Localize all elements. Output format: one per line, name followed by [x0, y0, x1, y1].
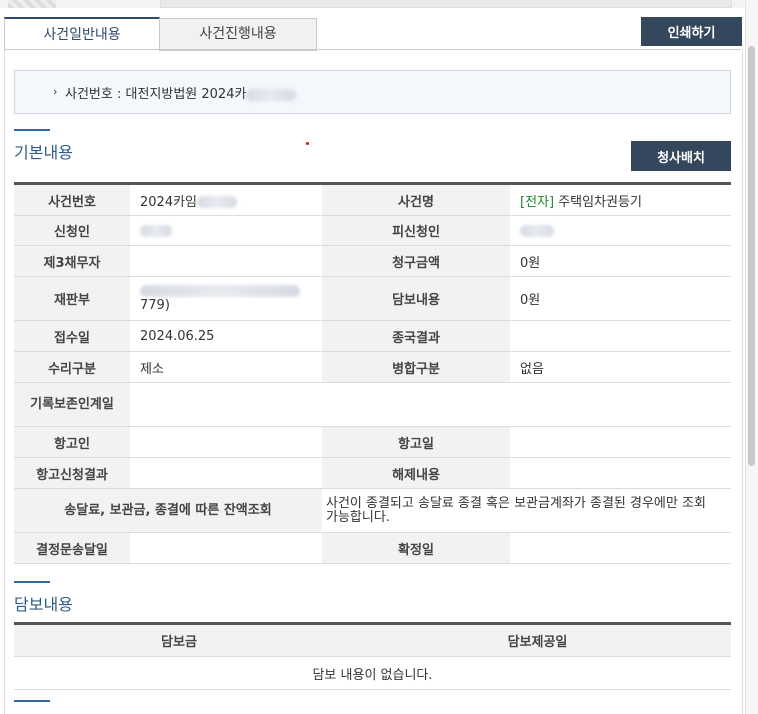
table-row: 신청인 피신청인	[14, 215, 731, 246]
applicant-label: 신청인	[14, 215, 130, 246]
appellant-label: 항고인	[14, 426, 130, 458]
third-debtor-value	[130, 245, 322, 277]
record-keeping-label: 기록보존인계일	[14, 382, 130, 427]
section-title-basic: 기본내용	[14, 143, 73, 162]
section-accent-line	[14, 129, 50, 131]
third-debtor-label: 제3채무자	[14, 245, 130, 277]
record-keeping-value	[130, 382, 731, 427]
table-row: 담보 내용이 없습니다.	[14, 656, 731, 690]
empty-message: 담보 내용이 없습니다.	[14, 656, 731, 690]
appeal-date-label: 항고일	[322, 426, 510, 458]
header-image	[8, 0, 56, 8]
redacted-value	[197, 196, 238, 208]
redacted-value	[520, 224, 554, 237]
redacted-value	[140, 285, 300, 297]
merge-type-value: 없음	[510, 351, 731, 383]
decision-delivery-label: 결정문송달일	[14, 532, 130, 564]
tab-underline	[4, 49, 741, 50]
redacted-case-number	[246, 88, 297, 101]
applicant-value	[130, 215, 322, 246]
appellant-value	[130, 426, 322, 458]
acceptance-type-label: 수리구분	[14, 351, 130, 383]
confirm-date-label: 확정일	[322, 532, 510, 564]
tab-case-general[interactable]: 사건일반내용	[4, 17, 160, 52]
balance-inquiry-label: 송달료, 보관금, 종결에 따른 잔액조회	[14, 488, 322, 533]
decision-delivery-value	[130, 532, 322, 564]
appeal-result-value	[130, 457, 322, 489]
appeal-date-value	[510, 426, 731, 458]
table-row: 접수일 2024.06.25 종국결과	[14, 320, 731, 352]
release-label: 해제내용	[322, 457, 510, 489]
release-value	[510, 457, 731, 489]
redacted-value	[140, 224, 172, 237]
table-row: 결정문송달일 확정일	[14, 532, 731, 564]
table-row: 제3채무자 청구금액 0원	[14, 245, 731, 277]
table-row: 송달료, 보관금, 종결에 따른 잔액조회 사건이 종결되고 송달료 종결 혹은…	[14, 488, 731, 533]
case-number-text: 사건번호 : 대전지방법원 2024카	[65, 83, 297, 102]
basic-info-table: 사건번호 2024카임 사건명 [전자] 주택임차권등기 신청인 피신청인 제3…	[14, 182, 731, 564]
red-dot-marker	[306, 142, 309, 145]
header-bar	[160, 0, 732, 8]
merge-type-label: 병합구분	[322, 351, 510, 383]
top-strip	[0, 0, 758, 8]
bullet-arrow-icon: ›	[53, 85, 58, 98]
scrollbar-thumb[interactable]	[748, 46, 755, 466]
case-number-value: 2024카임	[130, 183, 322, 216]
collateral-content-value: 0원	[510, 276, 731, 321]
table-header-row: 담보금 담보제공일	[14, 623, 731, 657]
received-date-label: 접수일	[14, 320, 130, 352]
case-name-value: [전자] 주택임차권등기	[510, 183, 731, 216]
electronic-tag: [전자]	[520, 194, 555, 210]
table-row: 사건번호 2024카임 사건명 [전자] 주택임차권등기	[14, 183, 731, 216]
vertical-scrollbar[interactable]	[745, 0, 758, 714]
section-accent-line	[14, 700, 50, 702]
section-title-collateral: 담보내용	[14, 595, 73, 614]
received-date-value: 2024.06.25	[130, 320, 322, 352]
claim-amount-value: 0원	[510, 245, 731, 277]
confirm-date-value	[510, 532, 731, 564]
court-assign-button[interactable]: 청사배치	[631, 141, 731, 171]
final-result-value	[510, 320, 731, 352]
table-row: 항고인 항고일	[14, 426, 731, 458]
case-number-label: 사건번호	[14, 183, 130, 216]
collateral-date-header: 담보제공일	[344, 623, 731, 657]
collateral-table: 담보금 담보제공일 담보 내용이 없습니다.	[14, 622, 731, 690]
collateral-content-label: 담보내용	[322, 276, 510, 321]
claim-amount-label: 청구금액	[322, 245, 510, 277]
final-result-label: 종국결과	[322, 320, 510, 352]
case-number-box: › 사건번호 : 대전지방법원 2024카	[14, 70, 731, 114]
tab-case-progress[interactable]: 사건진행내용	[159, 18, 317, 51]
table-row: 기록보존인계일	[14, 382, 731, 427]
respondent-value	[510, 215, 731, 246]
appeal-result-label: 항고신청결과	[14, 457, 130, 489]
court-division-value: 779)	[130, 276, 322, 321]
balance-inquiry-note: 사건이 종결되고 송달료 종결 혹은 보관금계좌가 종결된 경우에만 조회 가능…	[322, 488, 731, 533]
table-row: 수리구분 제소 병합구분 없음	[14, 351, 731, 383]
print-button[interactable]: 인쇄하기	[641, 17, 742, 46]
case-name-label: 사건명	[322, 183, 510, 216]
acceptance-type-value: 제소	[130, 351, 322, 383]
respondent-label: 피신청인	[322, 215, 510, 246]
section-accent-line	[14, 581, 50, 583]
case-number-prefix: 사건번호 : 대전지방법원 2024카	[65, 87, 247, 102]
table-row: 재판부 779) 담보내용 0원	[14, 276, 731, 321]
court-division-label: 재판부	[14, 276, 130, 321]
table-row: 항고신청결과 해제내용	[14, 457, 731, 489]
collateral-amount-header: 담보금	[14, 623, 344, 657]
